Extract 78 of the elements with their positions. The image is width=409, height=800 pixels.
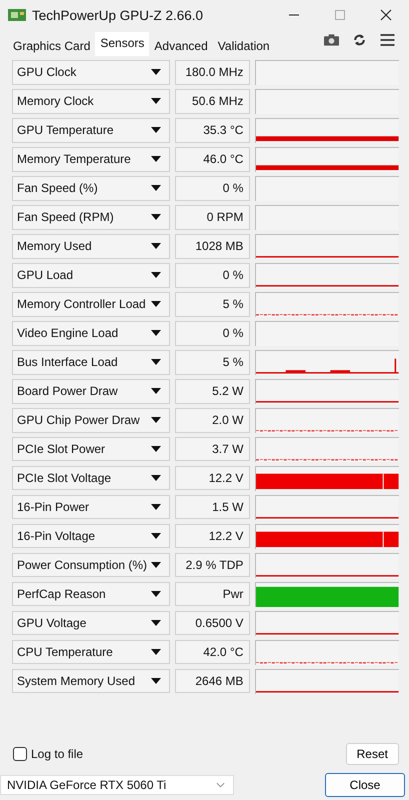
sensor-value: 35.3 °C (174, 118, 250, 143)
sensor-selector[interactable]: Video Engine Load (12, 320, 170, 346)
close-button[interactable]: Close (325, 773, 405, 797)
dropdown-arrow-icon[interactable] (150, 591, 161, 598)
sensor-selector[interactable]: GPU Clock (12, 60, 170, 85)
sensor-selector[interactable]: 16-Pin Power (12, 494, 170, 520)
dropdown-arrow-icon[interactable] (150, 620, 161, 626)
sensor-selector[interactable]: Fan Speed (%) (12, 176, 170, 201)
sensor-selector[interactable]: PCIe Slot Power (12, 436, 170, 462)
dropdown-arrow-icon[interactable] (150, 69, 161, 76)
dropdown-arrow-icon[interactable] (150, 301, 161, 308)
dropdown-arrow-icon[interactable] (150, 272, 161, 278)
sensor-value: 42.0 °C (174, 640, 250, 664)
sensor-selector[interactable]: GPU Chip Power Draw (12, 408, 170, 432)
sensor-value: 46.0 °C (174, 146, 250, 172)
sensor-value: 2646 MB (174, 668, 250, 694)
sensor-value: 5 % (174, 292, 250, 317)
tab[interactable]: Sensors (95, 32, 150, 56)
sensor-value: 1.5 W (174, 494, 250, 520)
sensor-value: 0 % (174, 320, 250, 346)
sensor-value: 50.6 MHz (174, 88, 250, 114)
sensor-selector[interactable]: GPU Temperature (12, 118, 170, 143)
refresh-icon[interactable] (352, 34, 367, 46)
sensor-selector[interactable]: PerfCap Reason (12, 582, 170, 606)
sensor-selector[interactable]: PCIe Slot Voltage (12, 466, 170, 490)
sensor-selector[interactable]: Memory Temperature (12, 146, 170, 172)
dropdown-arrow-icon[interactable] (150, 504, 161, 510)
sensor-value: 12.2 V (174, 524, 250, 548)
log-to-file-checkbox[interactable]: Log to file (13, 747, 84, 761)
sensor-value: 12.2 V (174, 466, 250, 490)
dropdown-arrow-icon[interactable] (150, 185, 161, 192)
sensor-selector[interactable]: Memory Clock (12, 88, 170, 114)
sensor-value: 2.0 W (174, 408, 250, 432)
camera-icon[interactable] (324, 34, 339, 46)
dropdown-arrow-icon[interactable] (150, 678, 161, 684)
sensor-selector[interactable]: GPU Voltage (12, 610, 170, 636)
sensor-value: 2.9 % TDP (174, 552, 250, 578)
sensor-selector[interactable]: Bus Interface Load (12, 350, 170, 375)
dropdown-arrow-icon[interactable] (150, 98, 161, 104)
dropdown-arrow-icon[interactable] (150, 156, 161, 162)
sensor-value: 0 % (174, 176, 250, 201)
dropdown-arrow-icon[interactable] (150, 533, 161, 540)
sensor-selector[interactable]: Memory Controller Load (12, 292, 170, 317)
dropdown-arrow-icon[interactable] (150, 562, 161, 568)
dropdown-arrow-icon[interactable] (150, 214, 161, 220)
window-title: TechPowerUp GPU-Z 2.66.0 (32, 8, 204, 22)
dropdown-arrow-icon[interactable] (150, 417, 161, 424)
sensor-value: 180.0 MHz (174, 60, 250, 85)
menu-icon[interactable] (380, 34, 395, 46)
sensor-selector[interactable]: Memory Used (12, 234, 170, 259)
sensor-value: 0 RPM (174, 204, 250, 230)
chevron-down-icon[interactable] (216, 782, 225, 788)
gpu-select[interactable]: NVIDIA GeForce RTX 5060 Ti (0, 775, 234, 795)
sensor-value: 5 % (174, 350, 250, 375)
sensor-selector[interactable]: CPU Temperature (12, 640, 170, 664)
sensor-value: 0.6500 V (174, 610, 250, 636)
dropdown-arrow-icon[interactable] (150, 243, 161, 250)
sensor-value: Pwr (174, 582, 250, 606)
dropdown-arrow-icon[interactable] (150, 475, 161, 482)
sensor-selector[interactable]: Fan Speed (RPM) (12, 204, 170, 230)
dropdown-arrow-icon[interactable] (150, 359, 161, 366)
dropdown-arrow-icon[interactable] (150, 446, 161, 452)
sensor-value: 1028 MB (174, 234, 250, 259)
sensor-selector[interactable]: GPU Load (12, 262, 170, 288)
sensor-selector[interactable]: Board Power Draw (12, 378, 170, 404)
sensor-value: 5.2 W (174, 378, 250, 404)
dropdown-arrow-icon[interactable] (150, 649, 161, 656)
app-icon (8, 9, 26, 21)
sensor-value: 3.7 W (174, 436, 250, 462)
reset-button[interactable]: Reset (346, 743, 399, 765)
sensor-selector[interactable]: System Memory Used (12, 668, 170, 694)
dropdown-arrow-icon[interactable] (150, 330, 161, 336)
sensor-selector[interactable]: 16-Pin Voltage (12, 524, 170, 548)
dropdown-arrow-icon[interactable] (150, 127, 161, 134)
close-icon[interactable] (380, 9, 392, 21)
dropdown-arrow-icon[interactable] (150, 388, 161, 394)
sensor-selector[interactable]: Power Consumption (%) (12, 552, 170, 578)
sensor-value: 0 % (174, 262, 250, 288)
